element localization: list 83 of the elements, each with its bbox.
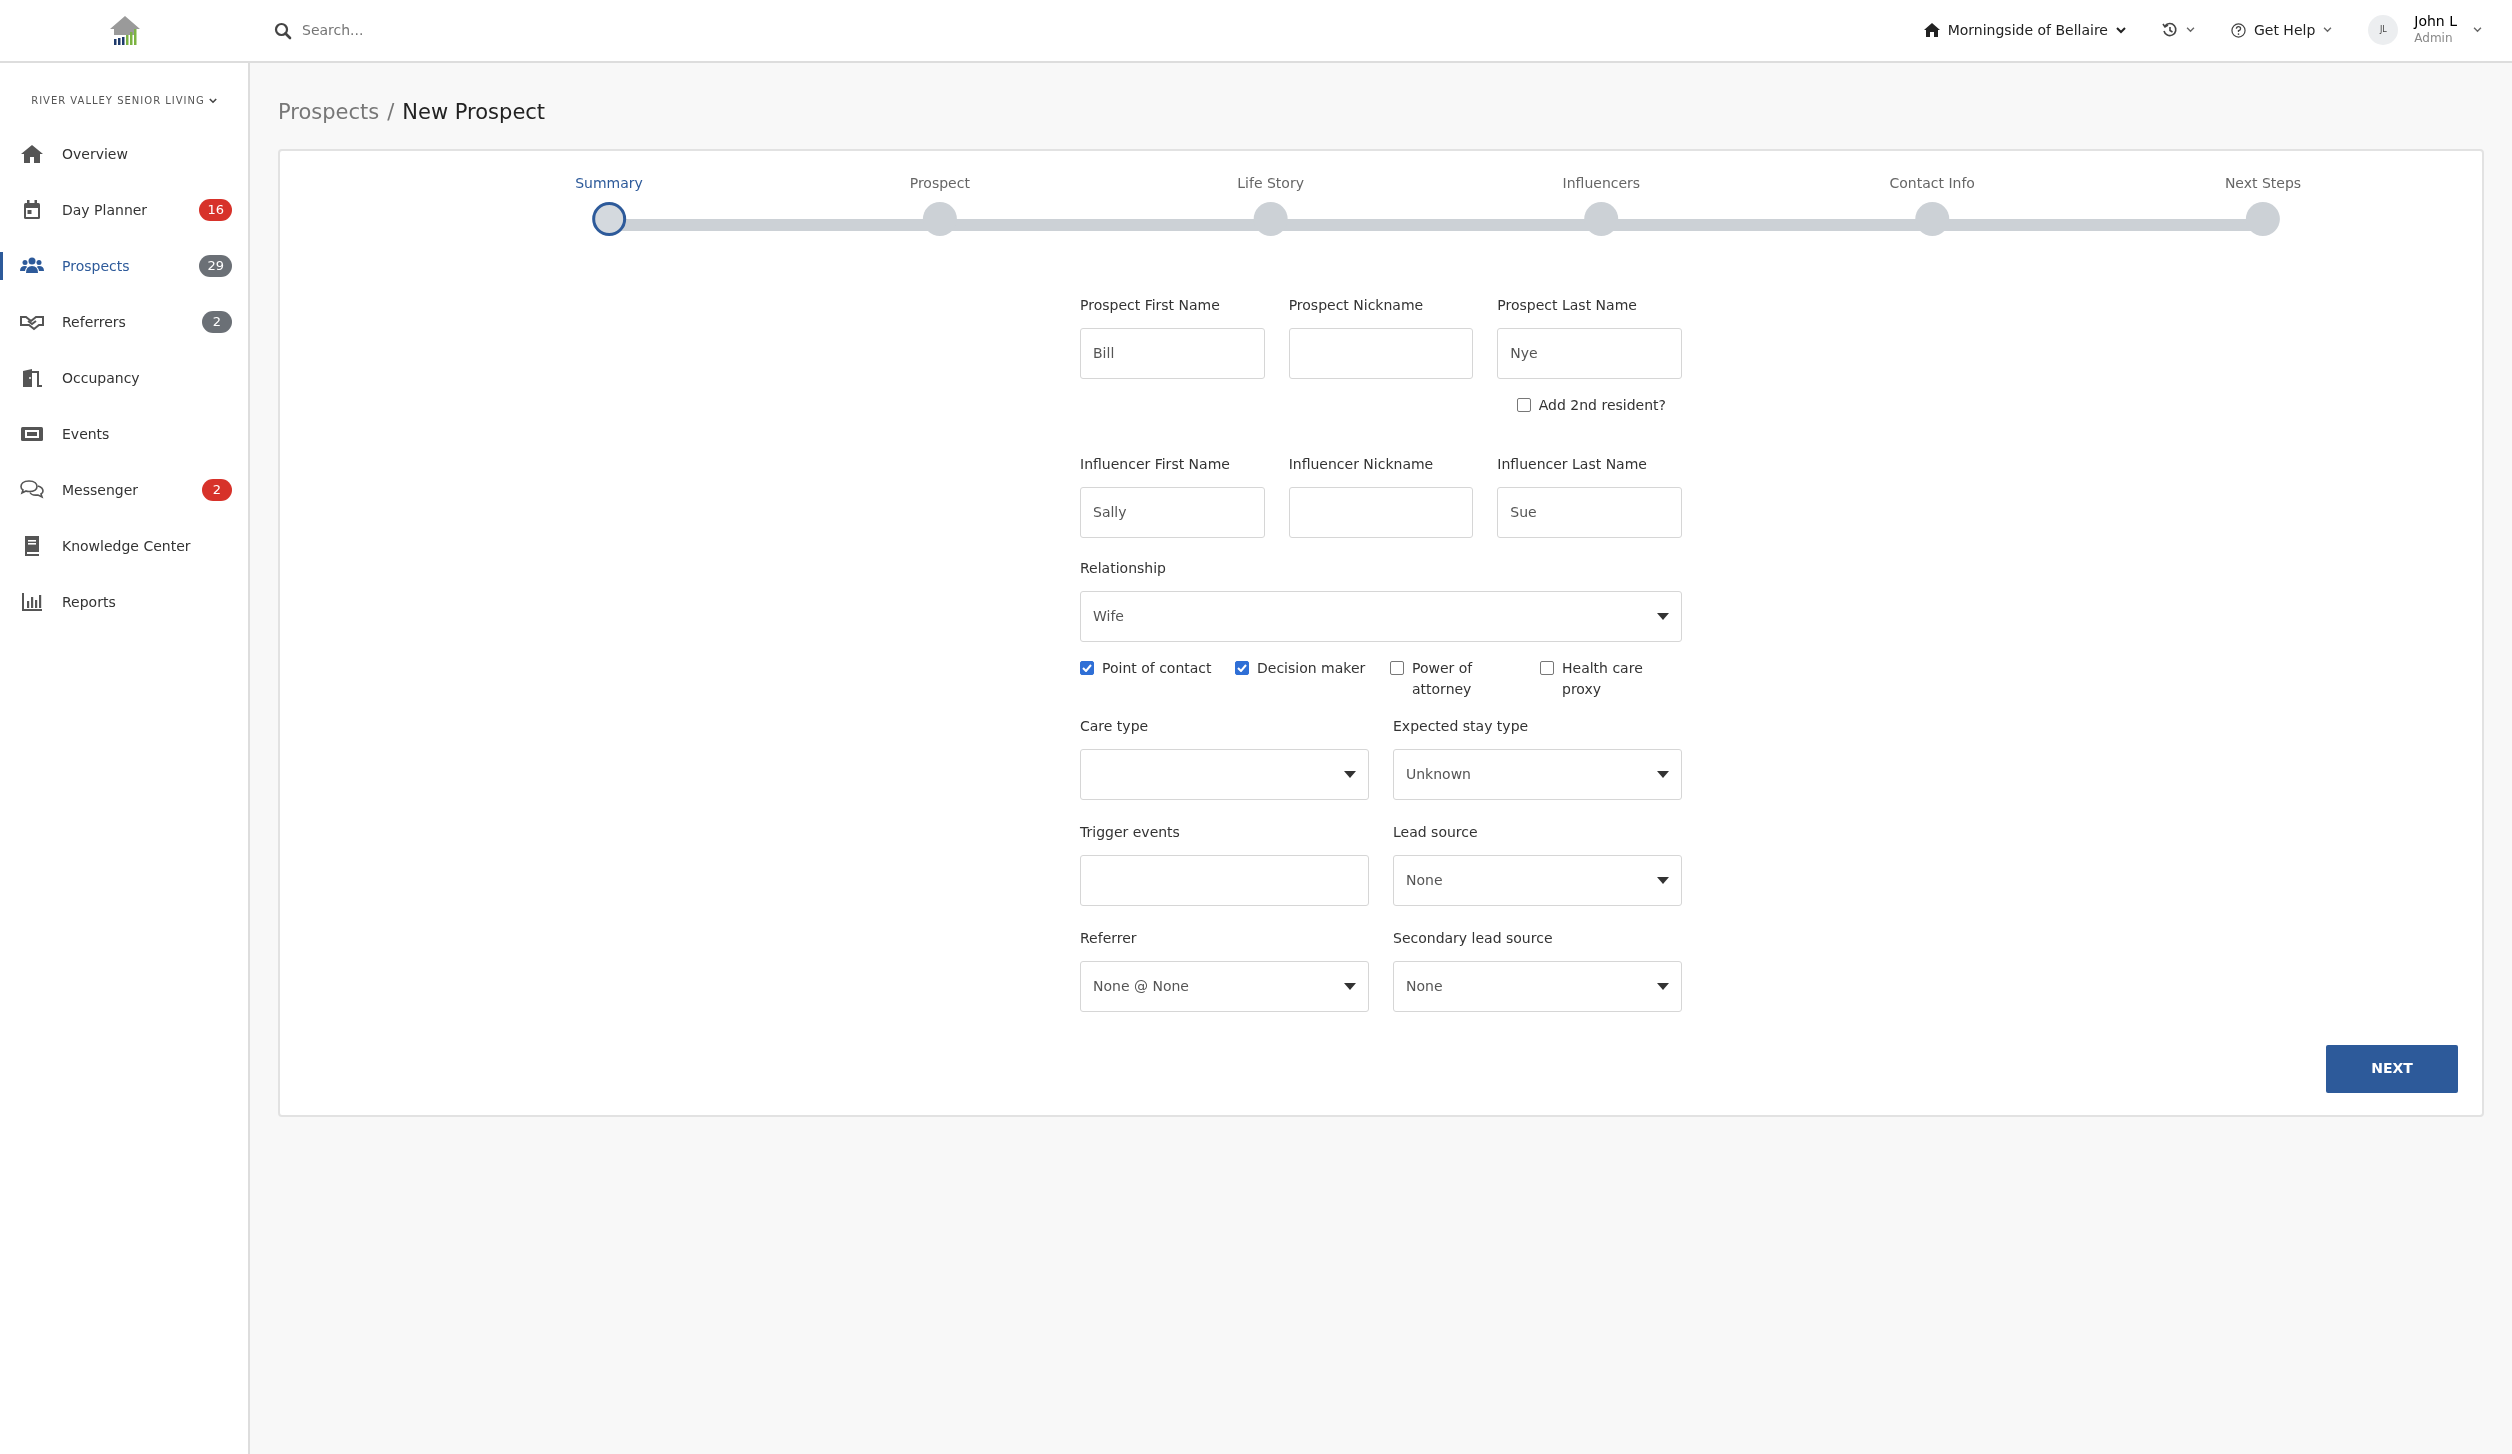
caret-icon <box>1344 770 1356 778</box>
chevron-icon <box>2115 27 2126 34</box>
stepper-step[interactable]: Summary <box>575 172 643 236</box>
search-icon <box>274 21 292 40</box>
chevron-icon <box>2323 27 2333 34</box>
caret-icon <box>1657 612 1669 620</box>
select-field[interactable]: Wife <box>1080 590 1682 642</box>
field-label: Care type <box>1080 716 1150 736</box>
chevron-icon <box>2185 27 2195 34</box>
history-icon <box>2161 22 2178 39</box>
breadcrumb-separator: / <box>387 100 395 124</box>
search-field[interactable]: Search... <box>300 19 600 42</box>
select-field[interactable]: None <box>1393 960 1682 1012</box>
sidebar-item[interactable]: Day Planner 16 <box>0 182 248 238</box>
sidebar-item[interactable]: Messenger 2 <box>0 462 248 518</box>
logo-icon[interactable] <box>108 14 142 47</box>
input-field[interactable] <box>1288 327 1474 379</box>
count-badge: 2 <box>202 311 232 333</box>
field-label: Trigger events <box>1080 822 1181 842</box>
checkbox-label: Point of contact <box>1102 658 1212 678</box>
field-label: Prospect Last Name <box>1497 295 1638 315</box>
field-label: Secondary lead source <box>1393 928 1554 948</box>
sidebar-item[interactable]: Referrers 2 <box>0 294 248 350</box>
checkbox-label: Decision maker <box>1257 658 1366 678</box>
stepper-step[interactable]: Next Steps <box>2224 172 2302 236</box>
home-icon <box>1923 23 1940 38</box>
checkbox[interactable] <box>1516 397 1531 412</box>
input-field[interactable]: Sally <box>1080 486 1265 538</box>
sidebar-item[interactable]: Events <box>0 406 248 462</box>
field-label: Prospect Nickname <box>1288 295 1425 315</box>
user-menu[interactable]: JL John L Admin <box>2362 12 2488 49</box>
field-label: Expected stay type <box>1393 716 1530 736</box>
count-badge: 29 <box>199 255 232 277</box>
location-dropdown[interactable]: Morningside of Bellaire <box>1917 19 2132 42</box>
checkbox[interactable] <box>1390 660 1404 675</box>
sidebar-item[interactable]: Knowledge Center <box>0 518 248 574</box>
field-label: Relationship <box>1080 558 1167 578</box>
select-field[interactable]: Unknown <box>1393 748 1682 800</box>
stepper-step[interactable]: Contact Info <box>1889 172 1975 236</box>
field-label: Influencer Nickname <box>1288 454 1435 474</box>
input-field[interactable]: Sue <box>1497 486 1682 538</box>
stepper-step[interactable]: Prospect <box>909 172 970 236</box>
input-field[interactable]: Nye <box>1497 327 1682 379</box>
count-badge: 16 <box>199 199 232 221</box>
stepper-step[interactable]: Life Story <box>1237 172 1304 236</box>
breadcrumb-link[interactable]: Prospects <box>278 100 380 124</box>
sidebar-item[interactable]: Reports <box>0 574 248 630</box>
input-field[interactable]: Bill <box>1080 327 1265 379</box>
field-label: Influencer Last Name <box>1497 454 1648 474</box>
bar-chart-icon <box>20 590 44 614</box>
caret-icon <box>1344 982 1356 990</box>
checkbox[interactable] <box>1540 660 1554 675</box>
checkbox-label: Power of attorney <box>1412 658 1474 699</box>
caret-icon <box>1657 770 1669 778</box>
field-label: Prospect First Name <box>1080 295 1221 315</box>
help-dropdown[interactable]: Get Help <box>2224 19 2339 42</box>
organization-dropdown[interactable]: RIVER VALLEY SENIOR LIVING <box>0 63 248 126</box>
field-label: Lead source <box>1393 822 1479 842</box>
chevron-icon <box>208 97 217 104</box>
door-icon <box>20 366 44 390</box>
question-icon <box>2230 23 2246 38</box>
chevron-icon <box>2473 27 2482 34</box>
stepper-step[interactable]: Influencers <box>1562 172 1641 236</box>
checkbox[interactable] <box>1235 660 1249 675</box>
checkbox[interactable] <box>1080 660 1094 675</box>
checkbox-label: Health care proxy <box>1562 658 1644 699</box>
checkbox-label: Add 2nd resident? <box>1538 395 1666 415</box>
field-label: Influencer First Name <box>1080 454 1231 474</box>
select-field[interactable]: None <box>1393 854 1682 906</box>
house-icon <box>20 142 44 166</box>
sidebar-item[interactable]: Occupancy <box>0 350 248 406</box>
caret-icon <box>1657 982 1669 990</box>
caret-icon <box>1657 876 1669 884</box>
field-label: Referrer <box>1080 928 1138 948</box>
page-title: New Prospect <box>402 100 546 124</box>
select-field[interactable]: None @ None <box>1080 960 1369 1012</box>
select-field[interactable] <box>1080 748 1369 800</box>
sidebar-item[interactable]: Prospects 29 <box>0 238 248 294</box>
input-field[interactable] <box>1288 486 1474 538</box>
count-badge: 2 <box>202 479 232 501</box>
next-button[interactable]: NEXT <box>2326 1044 2458 1093</box>
input-field[interactable] <box>1080 854 1369 906</box>
sidebar-item[interactable]: Overview <box>0 126 248 182</box>
